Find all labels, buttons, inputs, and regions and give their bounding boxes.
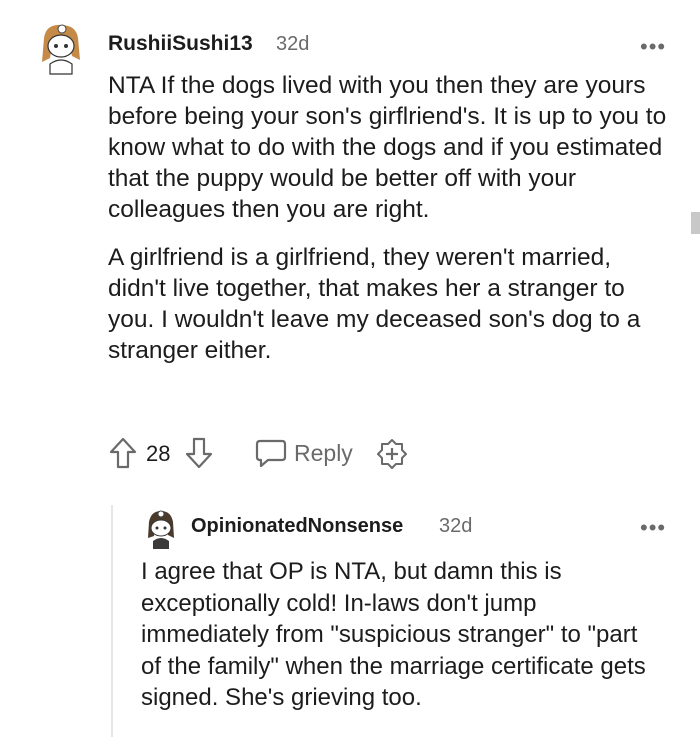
upvote-icon bbox=[109, 437, 137, 469]
more-options-button[interactable]: ••• bbox=[640, 36, 666, 58]
snoo-avatar-icon bbox=[148, 510, 174, 549]
comment-timestamp: 32d bbox=[276, 33, 310, 55]
avatar[interactable] bbox=[143, 508, 179, 550]
comment-body: NTA If the dogs lived with you then they… bbox=[108, 70, 668, 366]
vote-score: 28 bbox=[146, 441, 171, 466]
comment-paragraph: A girlfriend is a girlfriend, they weren… bbox=[108, 244, 641, 364]
comment-paragraph: I agree that OP is NTA, but damn this is… bbox=[141, 558, 646, 711]
comment-paragraph: NTA If the dogs lived with you then they… bbox=[108, 72, 667, 223]
award-button[interactable] bbox=[376, 438, 408, 470]
reply-button[interactable]: Reply bbox=[254, 437, 353, 469]
comment-body: I agree that OP is NTA, but damn this is… bbox=[141, 556, 661, 714]
comment-author[interactable]: OpinionatedNonsense bbox=[191, 515, 403, 538]
comment-author[interactable]: RushiiSushi13 bbox=[108, 32, 253, 56]
scrollbar[interactable] bbox=[691, 212, 700, 234]
avatar[interactable] bbox=[36, 20, 86, 76]
more-options-button[interactable]: ••• bbox=[640, 517, 666, 539]
reply-bubble-icon bbox=[255, 439, 287, 468]
reply-label: Reply bbox=[294, 439, 353, 466]
downvote-icon bbox=[185, 437, 213, 469]
upvote-button[interactable] bbox=[108, 436, 138, 470]
comment-timestamp: 32d bbox=[439, 515, 473, 537]
award-icon bbox=[377, 439, 407, 469]
downvote-button[interactable] bbox=[184, 436, 214, 470]
thread-line[interactable] bbox=[111, 505, 113, 737]
snoo-avatar-icon bbox=[42, 24, 80, 75]
